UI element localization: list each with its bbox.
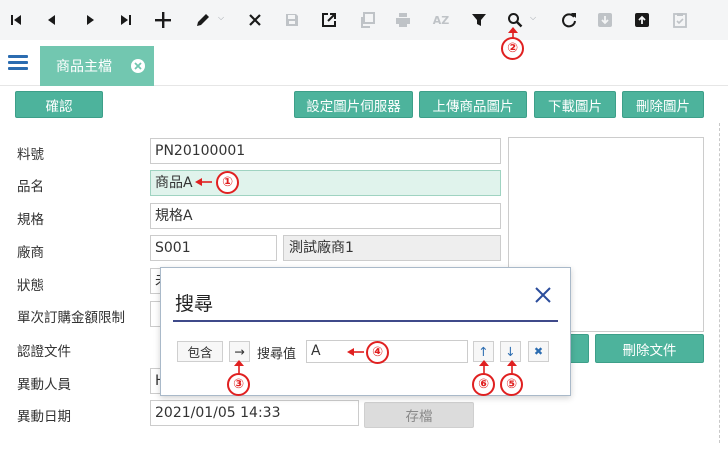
first-icon[interactable]	[3, 8, 29, 32]
annotation-arrow-3	[234, 360, 244, 374]
prev-icon[interactable]	[38, 8, 64, 32]
filter-icon[interactable]	[466, 8, 492, 32]
name-label: 品名	[17, 179, 44, 195]
add-icon[interactable]	[150, 8, 176, 32]
sort-icon[interactable]: AZ	[428, 8, 454, 32]
part-no-label: 料號	[17, 147, 44, 163]
download-image-button[interactable]: 下載圖片	[534, 91, 616, 118]
tab-label: 商品主檔	[56, 59, 112, 75]
search-value-label: 搜尋值	[257, 347, 297, 362]
annotation-arrow-5	[507, 360, 517, 374]
close-tab-icon[interactable]	[131, 59, 145, 73]
upload-image-button[interactable]: 上傳商品圖片	[419, 91, 527, 118]
annotation-mark-4: ④	[366, 341, 389, 364]
clear-search-button[interactable]: ✖	[528, 341, 549, 362]
delete-image-button[interactable]: 刪除圖片	[622, 91, 704, 118]
copy-icon[interactable]	[354, 8, 380, 32]
annotation-mark-2: ②	[501, 37, 524, 60]
save-button[interactable]: 存檔	[364, 402, 474, 428]
dialog-title: 搜尋	[175, 293, 214, 315]
tab-product-master[interactable]: 商品主檔	[40, 46, 154, 86]
delete-file-button[interactable]: 刪除文件	[595, 334, 704, 363]
upload-icon[interactable]	[629, 8, 655, 32]
set-image-server-button[interactable]: 設定圖片伺服器	[294, 91, 413, 118]
next-icon[interactable]	[78, 8, 104, 32]
download-icon[interactable]	[592, 8, 618, 32]
annotation-mark-5: ⑤	[500, 373, 523, 396]
close-icon[interactable]	[533, 285, 553, 305]
menu-icon[interactable]	[8, 55, 28, 71]
part-no-field[interactable]: PN20100001	[150, 138, 501, 164]
vendor-name-field: 測試廠商1	[283, 235, 501, 261]
toolbar: ⌵ AZ ⌵	[0, 0, 728, 40]
annotation-arrow-4	[347, 348, 364, 356]
divider	[719, 123, 720, 443]
tab-bar: 商品主檔	[0, 40, 728, 86]
export-icon[interactable]	[316, 8, 342, 32]
edit-dropdown-icon[interactable]: ⌵	[218, 13, 224, 23]
vendor-label: 廠商	[17, 245, 44, 261]
print-icon[interactable]	[390, 8, 416, 32]
annotation-arrow-2	[508, 27, 518, 39]
spec-field[interactable]: 規格A	[150, 203, 501, 229]
search-dropdown-icon[interactable]: ⌵	[530, 13, 536, 23]
order-limit-label: 單次訂購金額限制	[17, 310, 125, 326]
annotation-arrow-1	[195, 178, 212, 186]
status-label: 狀態	[17, 278, 44, 294]
vendor-code-field[interactable]: S001	[150, 235, 277, 261]
modified-date-field: 2021/01/05 14:33	[150, 400, 359, 426]
annotation-arrow-6	[479, 360, 489, 374]
confirm-button[interactable]: 確認	[15, 91, 103, 118]
annotation-mark-6: ⑥	[472, 373, 495, 396]
direction-button[interactable]: →	[229, 341, 250, 362]
save-icon[interactable]	[279, 8, 305, 32]
dialog-rule	[173, 320, 558, 322]
modified-date-label: 異動日期	[17, 409, 71, 425]
clipboard-icon[interactable]	[667, 8, 693, 32]
delete-icon[interactable]	[242, 8, 268, 32]
annotation-mark-1: ①	[216, 171, 239, 194]
cert-docs-label: 認證文件	[17, 344, 71, 360]
annotation-mark-3: ③	[227, 373, 250, 396]
match-mode-select[interactable]: 包含	[177, 341, 223, 362]
refresh-icon[interactable]	[556, 8, 582, 32]
spec-label: 規格	[17, 212, 44, 228]
search-up-button[interactable]: ↑	[473, 341, 494, 362]
search-down-button[interactable]: ↓	[500, 341, 521, 362]
modifier-label: 異動人員	[17, 377, 71, 393]
edit-icon[interactable]	[190, 8, 216, 32]
last-icon[interactable]	[113, 8, 139, 32]
